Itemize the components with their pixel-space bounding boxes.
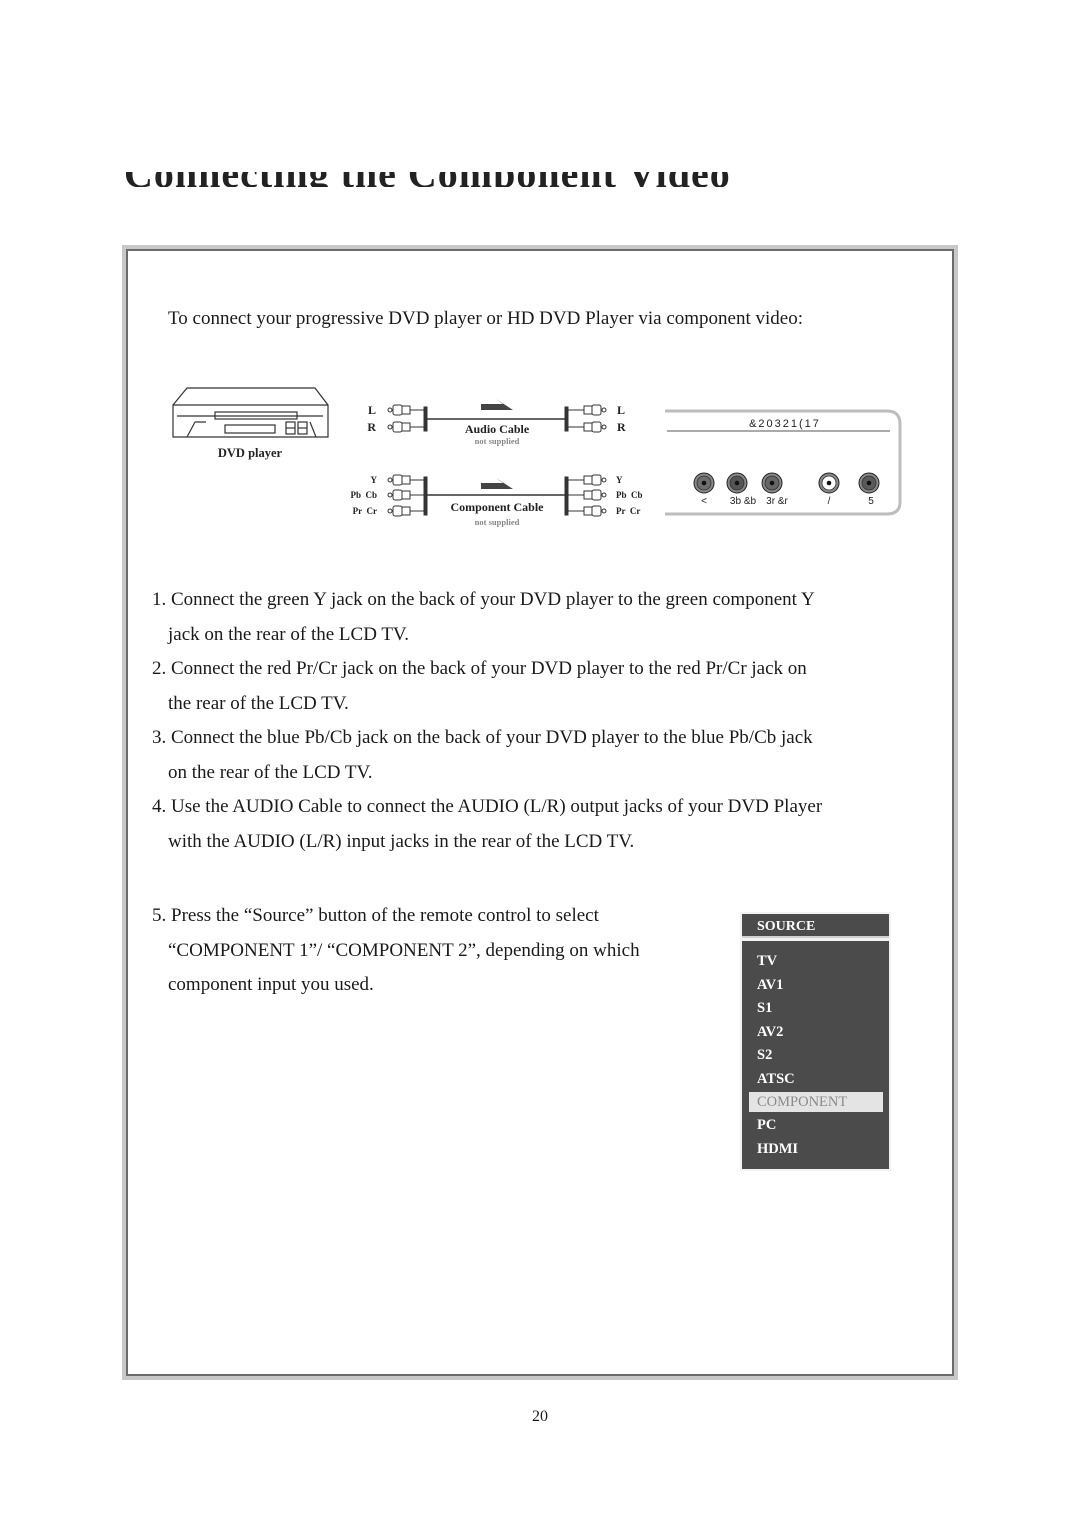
component-right-label-pb: Pb Cb <box>616 490 643 500</box>
dvd-player-label: DVD player <box>218 446 283 460</box>
step-1-line-2: jack on the rear of the LCD TV. <box>168 623 409 645</box>
component-right-label-pr: Pr Cr <box>616 506 640 516</box>
audio-right-label-r: R <box>617 420 626 434</box>
source-item-pc[interactable]: PC <box>757 1115 776 1135</box>
source-menu-list: TV AV1 S1 AV2 S2 ATSC COMPONENT PC HDMI <box>742 941 889 1169</box>
source-item-tv[interactable]: TV <box>757 951 777 971</box>
component-left-label-y: Y <box>371 475 378 485</box>
step-5-line-1: 5. Press the “Source” button of the remo… <box>152 905 599 926</box>
component-left-label-pb: Pb Cb <box>350 490 377 500</box>
source-item-av2[interactable]: AV2 <box>757 1022 783 1042</box>
step-5: 5. Press the “Source” button of the remo… <box>152 899 640 1003</box>
step-5-line-2: “COMPONENT 1”/ “COMPONENT 2”, depending … <box>168 939 640 961</box>
source-item-av1[interactable]: AV1 <box>757 975 783 995</box>
step-5-line-3: component input you used. <box>168 974 374 995</box>
component-cable-label: Component Cable <box>450 500 544 514</box>
audio-arrow-icon <box>481 399 513 410</box>
component-arrow-icon <box>481 478 513 489</box>
source-item-atsc[interactable]: ATSC <box>757 1069 795 1089</box>
source-menu: SOURCE TV AV1 S1 AV2 S2 ATSC COMPONENT P… <box>740 912 891 1171</box>
step-3-line-1: 3. Connect the blue Pb/Cb jack on the ba… <box>152 727 813 748</box>
step-3-line-2: on the rear of the LCD TV. <box>168 761 373 783</box>
step-4-line-2: with the AUDIO (L/R) input jacks in the … <box>168 830 635 852</box>
intro-text: To connect your progressive DVD player o… <box>168 308 804 329</box>
step-1: 1. Connect the green Y jack on the back … <box>152 583 815 652</box>
step-4-line-1: 4. Use the AUDIO Cable to connect the AU… <box>152 796 823 817</box>
tv-jack-pb: 3b &b <box>726 472 757 507</box>
audio-right-label-l: L <box>617 403 625 417</box>
source-item-s2[interactable]: S2 <box>757 1045 772 1065</box>
tv-jack-group: <3b &b 3r &r / 5 <box>693 472 880 507</box>
audio-left-label-l: L <box>368 403 376 417</box>
step-2: 2. Connect the red Pr/Cr jack on the bac… <box>152 652 807 721</box>
tv-jack-y: < <box>693 472 715 507</box>
component-right-label-y: Y <box>616 475 623 485</box>
source-menu-header: SOURCE <box>742 914 889 938</box>
audio-left-label-r: R <box>367 420 376 434</box>
tv-jack-pr: 3r &r <box>761 472 789 507</box>
tv-panel-header: &20321(17 <box>749 418 821 430</box>
component-left-label-pr: Pr Cr <box>353 506 377 516</box>
audio-cable-note: not supplied <box>475 436 520 446</box>
step-4: 4. Use the AUDIO Cable to connect the AU… <box>152 790 822 859</box>
page-number: 20 <box>532 1408 548 1425</box>
step-2-line-2: the rear of the LCD TV. <box>168 692 349 714</box>
connection-diagram: DVD player L R L R Audio Cable not suppl… <box>165 380 910 540</box>
dvd-player-icon <box>172 387 329 438</box>
audio-cable-label: Audio Cable <box>465 422 530 436</box>
step-1-line-1: 1. Connect the green Y jack on the back … <box>152 589 815 610</box>
step-2-line-1: 2. Connect the red Pr/Cr jack on the bac… <box>152 658 807 679</box>
source-item-s1[interactable]: S1 <box>757 998 772 1018</box>
tv-jack-label-audio-r: 5 <box>868 496 874 507</box>
source-item-component[interactable]: COMPONENT <box>749 1092 883 1112</box>
step-3: 3. Connect the blue Pb/Cb jack on the ba… <box>152 721 813 790</box>
source-item-hdmi[interactable]: HDMI <box>757 1139 798 1159</box>
tv-jack-label-pb: 3b &b <box>730 496 757 507</box>
tv-jack-label-audio-l: / <box>828 496 831 507</box>
component-cable-note: not supplied <box>475 517 520 527</box>
page-title: Connecting the Component Video <box>124 151 731 196</box>
tv-jack-label-y: < <box>701 496 707 507</box>
tv-jack-audio-r: 5 <box>858 472 880 507</box>
tv-jack-audio-l: / <box>818 472 840 507</box>
tv-jack-label-pr: 3r &r <box>766 496 788 507</box>
